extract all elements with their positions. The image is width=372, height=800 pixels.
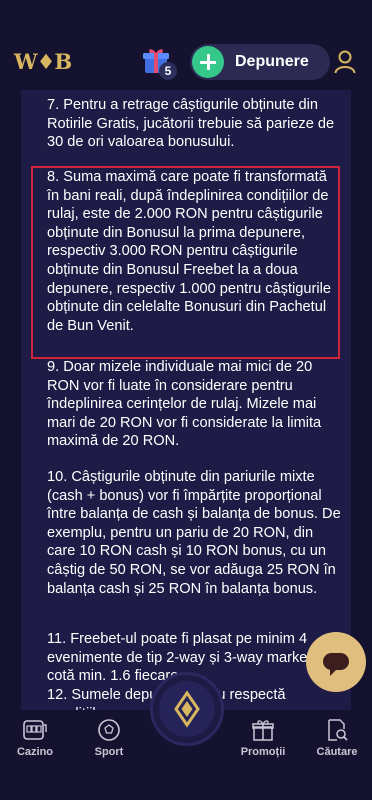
deposit-button[interactable]: Depunere <box>190 44 330 80</box>
user-icon[interactable] <box>334 50 356 74</box>
nav-label-promotii: Promoții <box>240 746 286 758</box>
diamond-logo-icon <box>174 690 200 728</box>
soccer-ball-icon <box>98 719 120 741</box>
terms-clause-9: 9. Doar mizele individuale mai mici de 2… <box>47 359 322 450</box>
terms-clause-7: 7. Pentru a retrage câștigurile obținute… <box>47 97 335 151</box>
gift-icon <box>252 720 274 741</box>
top-header: W♦B 5 Depunere <box>0 0 372 90</box>
chat-button[interactable] <box>306 632 366 692</box>
slot-machine-icon <box>23 720 47 740</box>
nav-item-cautare[interactable]: Căutare <box>300 718 372 758</box>
center-button-inner <box>159 681 215 737</box>
clause-8-highlight-box <box>31 166 340 359</box>
nav-label-cautare: Căutare <box>316 746 358 758</box>
nav-label-cazino: Cazino <box>16 746 54 758</box>
search-document-icon <box>328 719 348 741</box>
nav-item-sport[interactable]: Sport <box>72 718 146 758</box>
nav-item-promotii[interactable]: Promoții <box>226 718 300 758</box>
deposit-label: Depunere <box>235 53 309 70</box>
plus-icon <box>192 46 224 78</box>
nav-label-sport: Sport <box>94 746 124 758</box>
nav-item-cazino[interactable]: Cazino <box>0 718 72 758</box>
brand-logo[interactable]: W♦B <box>14 49 72 74</box>
terms-clause-10: 10. Câștigurile obținute din pariurile m… <box>47 469 341 597</box>
center-home-button[interactable] <box>150 672 224 746</box>
chat-bubble-icon <box>323 653 349 676</box>
gift-count-badge: 5 <box>159 62 177 80</box>
